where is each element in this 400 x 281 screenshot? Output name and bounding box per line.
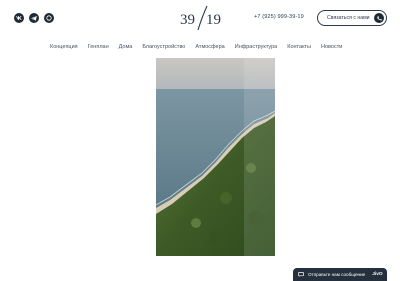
whatsapp-icon[interactable] [44,13,54,23]
hero-photo [156,58,275,256]
telegram-icon[interactable] [29,13,39,23]
phone-number[interactable]: +7 (925) 999-39-19 [254,14,304,20]
chat-widget-brand: JivO [372,272,383,277]
contact-us-label: Связаться с нами [327,15,370,21]
logo[interactable]: 39 19 [178,5,224,31]
logo-left: 39 [180,12,195,28]
social-links [14,13,54,23]
nav-item-atmosphere[interactable]: Атмосфера [195,44,224,50]
chat-widget[interactable]: Отправьте нам сообщение JivO [293,268,387,281]
nav-item-contacts[interactable]: Контакты [287,44,311,50]
nav-item-masterplan[interactable]: Генплан [88,44,109,50]
vk-icon[interactable] [14,13,24,23]
phone-icon [374,13,384,23]
nav-item-news[interactable]: Новости [321,44,342,50]
nav-item-concept[interactable]: Концепция [50,44,78,50]
contact-us-button[interactable]: Связаться с нами [317,10,387,26]
logo-right: 19 [206,12,221,28]
nav-item-infrastructure[interactable]: Инфраструктура [235,44,278,50]
chat-widget-label: Отправьте нам сообщение [308,272,366,277]
nav-item-landscaping[interactable]: Благоустройство [142,44,185,50]
chat-icon [298,272,304,277]
logo-mark: 39 19 [180,5,221,31]
nav-item-houses[interactable]: Дома [119,44,133,50]
main-nav: Концепция Генплан Дома Благоустройство А… [50,44,342,50]
